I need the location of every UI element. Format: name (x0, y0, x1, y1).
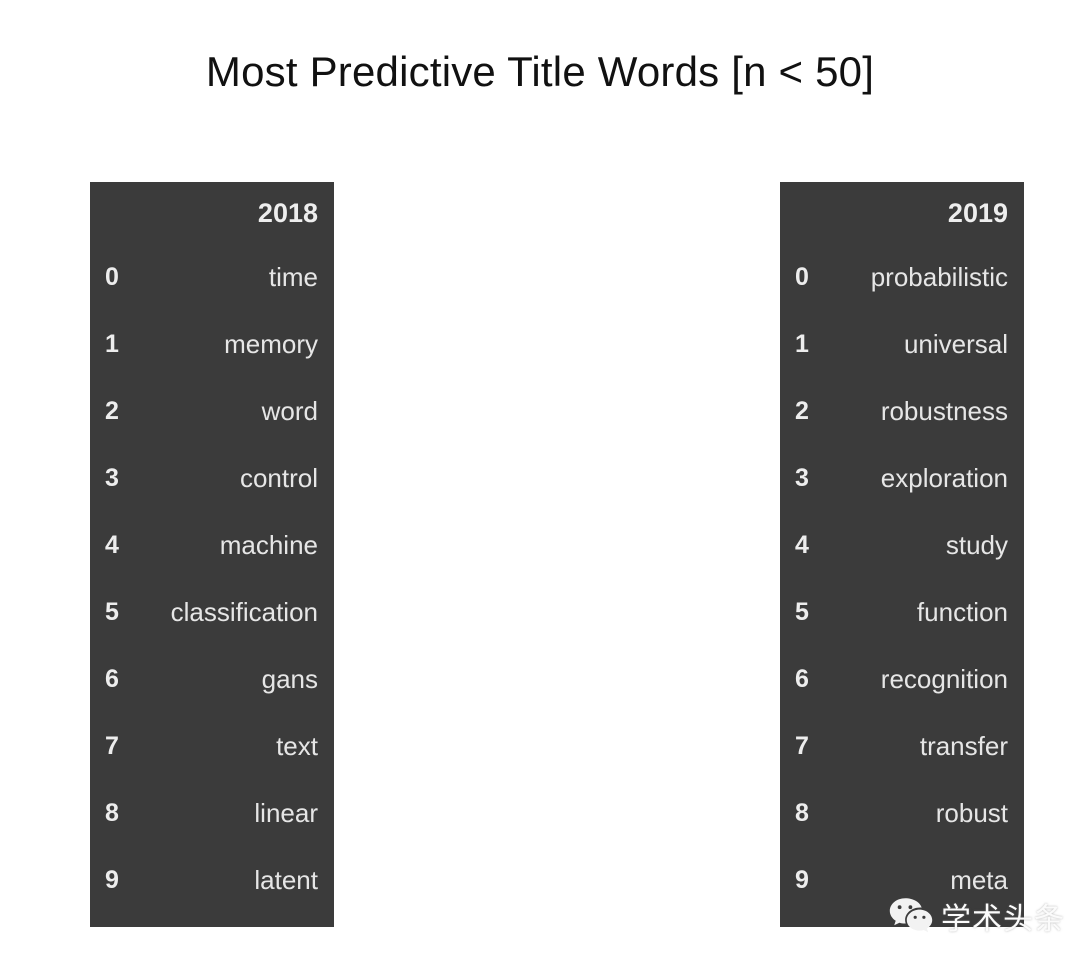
table-row: 9 meta (780, 847, 1024, 914)
row-index: 9 (105, 866, 119, 894)
table-row: 8 robust (780, 780, 1024, 847)
column-header-2018: 2018 (257, 198, 318, 228)
row-index: 5 (795, 598, 809, 626)
row-index: 1 (795, 330, 809, 358)
dataframe-table-2019: 2019 0 probabilistic 1 universal 2 robus… (780, 182, 1024, 927)
table-row: 3 control (90, 445, 334, 512)
row-index: 5 (105, 598, 119, 626)
table-row: 9 latent (90, 847, 334, 914)
row-value: study (945, 530, 1008, 560)
table-row: 4 machine (90, 512, 334, 579)
row-index: 1 (105, 330, 119, 358)
row-index: 6 (105, 665, 119, 693)
row-index: 0 (795, 263, 809, 291)
table-row: 3 exploration (780, 445, 1024, 512)
table-body-2019: 0 probabilistic 1 universal 2 robustness… (780, 244, 1024, 927)
row-index: 8 (795, 799, 809, 827)
row-value: latent (254, 865, 318, 895)
row-index: 3 (105, 464, 119, 492)
row-value: text (276, 731, 318, 761)
row-index: 6 (795, 665, 809, 693)
row-index: 9 (795, 866, 809, 894)
row-value: time (268, 262, 318, 292)
table-row: 5 classification (90, 579, 334, 646)
row-value: meta (950, 865, 1008, 895)
table-row: 6 recognition (780, 646, 1024, 713)
row-index: 2 (795, 397, 809, 425)
table-row: 8 linear (90, 780, 334, 847)
row-value: gans (261, 664, 318, 694)
row-index: 7 (105, 732, 119, 760)
table-row: 6 gans (90, 646, 334, 713)
row-value: machine (219, 530, 318, 560)
row-value: function (916, 597, 1008, 627)
table-row: 0 time (90, 244, 334, 311)
table-row: 2 word (90, 378, 334, 445)
row-value: classification (170, 597, 318, 627)
table-row: 2 robustness (780, 378, 1024, 445)
row-index: 8 (105, 799, 119, 827)
table-body-2018: 0 time 1 memory 2 word 3 control 4 machi… (90, 244, 334, 927)
row-value: robustness (880, 396, 1008, 426)
row-value: word (261, 396, 318, 426)
row-index: 4 (105, 531, 119, 559)
table-row: 7 text (90, 713, 334, 780)
row-value: control (239, 463, 318, 493)
row-value: exploration (880, 463, 1008, 493)
row-index: 3 (795, 464, 809, 492)
page-title: Most Predictive Title Words [n < 50] (205, 48, 875, 96)
row-value: recognition (880, 664, 1008, 694)
table-row: 7 transfer (780, 713, 1024, 780)
row-value: universal (903, 329, 1008, 359)
column-header-2019: 2019 (947, 198, 1008, 228)
table-row: 1 memory (90, 311, 334, 378)
dataframe-table-2018: 2018 0 time 1 memory 2 word 3 control 4 … (90, 182, 334, 927)
table-row: 5 function (780, 579, 1024, 646)
row-value: memory (224, 329, 318, 359)
row-index: 4 (795, 531, 809, 559)
row-index: 2 (105, 397, 119, 425)
table-row: 0 probabilistic (780, 244, 1024, 311)
row-value: linear (254, 798, 318, 828)
row-value: robust (935, 798, 1008, 828)
row-value: probabilistic (870, 262, 1008, 292)
table-row: 4 study (780, 512, 1024, 579)
table-row: 1 universal (780, 311, 1024, 378)
row-index: 7 (795, 732, 809, 760)
row-value: transfer (919, 731, 1008, 761)
row-index: 0 (105, 263, 119, 291)
